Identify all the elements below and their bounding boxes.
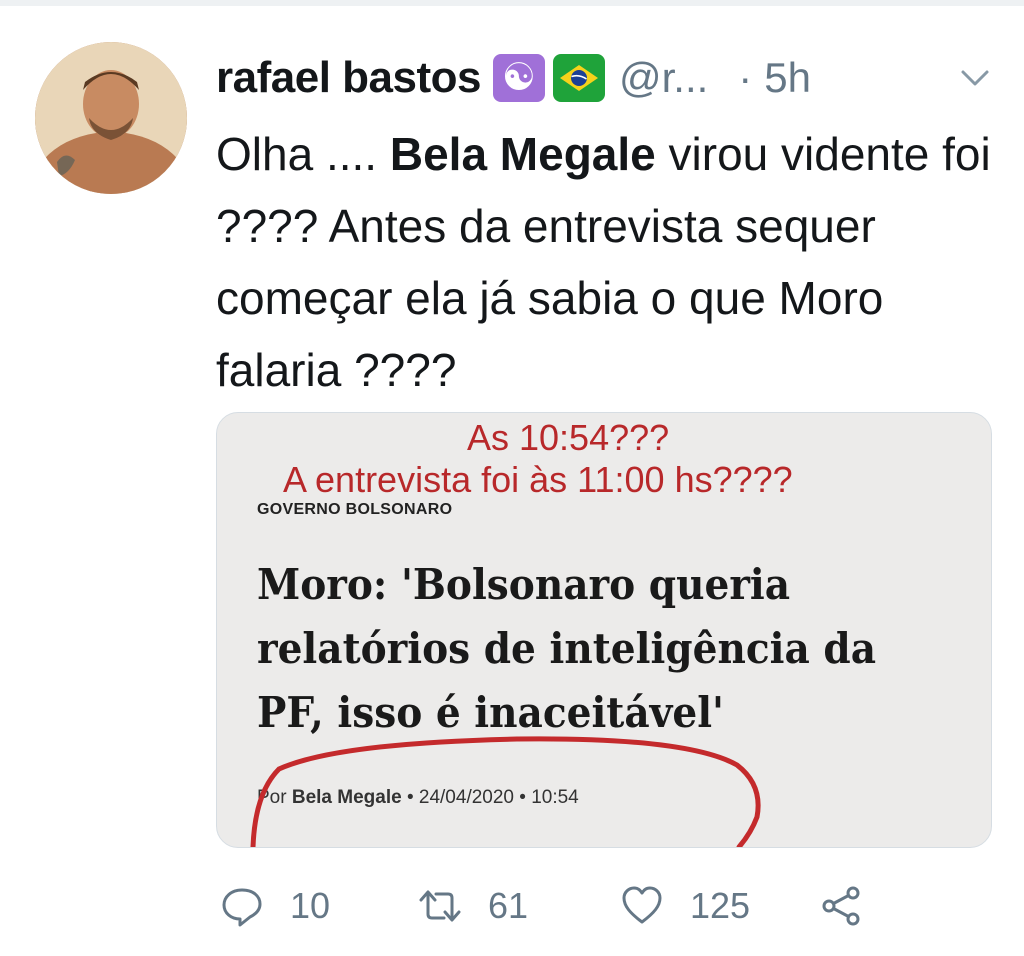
- reply-icon: [222, 888, 262, 927]
- tweet-actions: 10 61 125: [216, 878, 916, 934]
- avatar[interactable]: [35, 42, 187, 194]
- reply-button[interactable]: 10: [220, 878, 330, 934]
- share-icon: [822, 886, 860, 926]
- brazil-flag-icon: [552, 54, 605, 102]
- retweet-button[interactable]: 61: [418, 878, 528, 934]
- article-headline: Moro: 'Bolsonaro queria relatórios de in…: [257, 560, 877, 737]
- byline-date: • 24/04/2020 • 10:54: [401, 787, 579, 808]
- like-button[interactable]: 125: [620, 878, 750, 934]
- like-icon: [622, 886, 662, 924]
- byline-prefix: Por: [257, 787, 292, 808]
- tweet-text-part1: Olha ....: [216, 128, 390, 180]
- share-button[interactable]: [819, 878, 863, 934]
- chevron-down-icon[interactable]: [955, 58, 995, 98]
- tweet-media-image[interactable]: As 10:54??? A entrevista foi às 11:00 hs…: [216, 412, 992, 848]
- user-handle[interactable]: @r...: [619, 54, 708, 102]
- like-count: 125: [690, 885, 751, 926]
- tweet-header: rafael bastos ☯ @r... · 5h: [216, 50, 811, 106]
- avatar-photo: [35, 42, 187, 194]
- retweet-count: 61: [488, 885, 529, 926]
- annotation-interview: A entrevista foi às 11:00 hs????: [283, 459, 793, 500]
- tweet-text: Olha .... Bela Megale virou vidente foi …: [216, 118, 1006, 406]
- timestamp[interactable]: 5h: [764, 54, 811, 102]
- annotation-time: As 10:54???: [467, 417, 670, 458]
- byline-author: Bela Megale: [291, 787, 402, 808]
- reply-count: 10: [290, 885, 331, 926]
- display-name[interactable]: rafael bastos: [216, 53, 481, 103]
- article-byline: Por Bela Megale • 24/04/2020 • 10:54: [257, 787, 579, 809]
- retweet-icon: [419, 890, 461, 922]
- article-section: GOVERNO BOLSONARO: [257, 501, 453, 518]
- mention-bold: Bela Megale: [389, 128, 656, 180]
- yin-yang-icon: ☯: [492, 54, 545, 102]
- top-divider: [0, 0, 1024, 6]
- separator-dot: ·: [738, 54, 753, 101]
